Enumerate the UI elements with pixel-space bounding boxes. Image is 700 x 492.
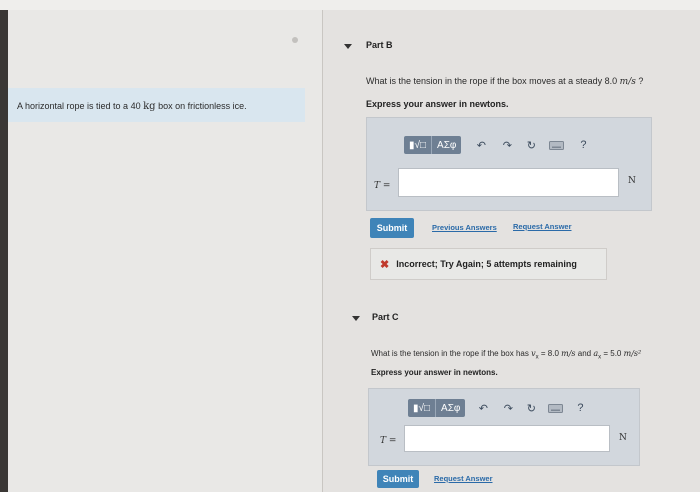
problem-prefix: A horizontal rope is tied to a 40: [17, 101, 141, 111]
keyboard-icon[interactable]: [548, 140, 564, 150]
part-c-velocity-value: = 8.0: [540, 349, 559, 358]
caret-down-icon[interactable]: [344, 44, 352, 49]
part-c-toolbar: ▮√□ ΑΣφ ↶ ↷ ↻ ?: [408, 399, 586, 417]
error-x-icon: ✖: [380, 258, 390, 271]
part-c-velocity-subscript: x: [535, 354, 539, 361]
part-b-unit-label: N: [628, 176, 636, 186]
symbols-button[interactable]: ΑΣφ: [431, 136, 461, 154]
reset-icon[interactable]: ↻: [523, 139, 539, 152]
undo-icon[interactable]: ↶: [475, 402, 491, 415]
part-b-feedback-text: Incorrect; Try Again; 5 attempts remaini…: [396, 259, 577, 269]
part-c-instruction: Express your answer in newtons.: [371, 368, 498, 377]
part-b-question: What is the tension in the rope if the b…: [366, 76, 643, 87]
part-c-submit-button[interactable]: Submit: [377, 470, 419, 488]
part-b-instruction: Express your answer in newtons.: [366, 99, 509, 109]
decorative-dot: [292, 37, 298, 43]
part-b-answer-input[interactable]: [398, 168, 619, 197]
part-c-question-prefix: What is the tension in the rope if the b…: [371, 349, 529, 358]
part-c-accel-subscript: x: [598, 354, 602, 361]
symbols-button[interactable]: ΑΣφ: [435, 399, 465, 417]
part-b-question-suffix: ?: [638, 76, 644, 86]
part-b-title[interactable]: Part B: [366, 40, 393, 50]
part-c-request-answer-link[interactable]: Request Answer: [434, 474, 493, 483]
part-b-question-unit: m/s: [619, 77, 636, 87]
bezel-edge: [0, 0, 8, 492]
redo-icon[interactable]: ↷: [500, 402, 516, 415]
part-b-feedback: ✖ Incorrect; Try Again; 5 attempts remai…: [370, 248, 607, 280]
part-b-toolbar: ▮√□ ΑΣφ ↶ ↷ ↻ ?: [404, 136, 589, 154]
part-c-accel-value: = 5.0: [603, 349, 622, 358]
part-c-variable-label: T =: [380, 436, 397, 446]
problem-statement: A horizontal rope is tied to a 40 kg box…: [17, 101, 247, 112]
part-b-request-answer-link[interactable]: Request Answer: [513, 222, 572, 231]
part-c-and: and: [577, 349, 592, 358]
part-b-question-prefix: What is the tension in the rope if the b…: [366, 76, 618, 86]
redo-icon[interactable]: ↷: [499, 139, 515, 152]
part-c-question: What is the tension in the rope if the b…: [371, 349, 641, 361]
problem-unit: kg: [143, 101, 156, 112]
part-c-toolbar-group: ▮√□ ΑΣφ: [408, 399, 466, 417]
part-b-toolbar-group: ▮√□ ΑΣφ: [404, 136, 462, 154]
help-icon[interactable]: ?: [574, 402, 586, 414]
templates-button[interactable]: ▮√□: [404, 136, 431, 154]
part-c-title[interactable]: Part C: [372, 312, 399, 322]
reset-icon[interactable]: ↻: [523, 402, 539, 415]
part-c-unit-label: N: [619, 433, 627, 443]
problem-panel: [8, 10, 328, 492]
help-icon[interactable]: ?: [577, 139, 589, 151]
part-b-submit-button[interactable]: Submit: [370, 218, 414, 238]
caret-down-icon[interactable]: [352, 316, 360, 321]
templates-button[interactable]: ▮√□: [408, 399, 435, 417]
part-c-answer-input[interactable]: [404, 425, 610, 452]
part-c-velocity-unit: m/s: [561, 349, 576, 358]
problem-suffix: box on frictionless ice.: [158, 101, 247, 111]
panel-divider: [322, 10, 323, 492]
part-c-accel-unit: m/s²: [623, 349, 642, 358]
undo-icon[interactable]: ↶: [473, 139, 489, 152]
previous-answers-link[interactable]: Previous Answers: [432, 223, 497, 232]
part-b-variable-label: T =: [374, 181, 391, 191]
top-bar: [0, 0, 700, 10]
keyboard-icon[interactable]: [547, 403, 563, 413]
